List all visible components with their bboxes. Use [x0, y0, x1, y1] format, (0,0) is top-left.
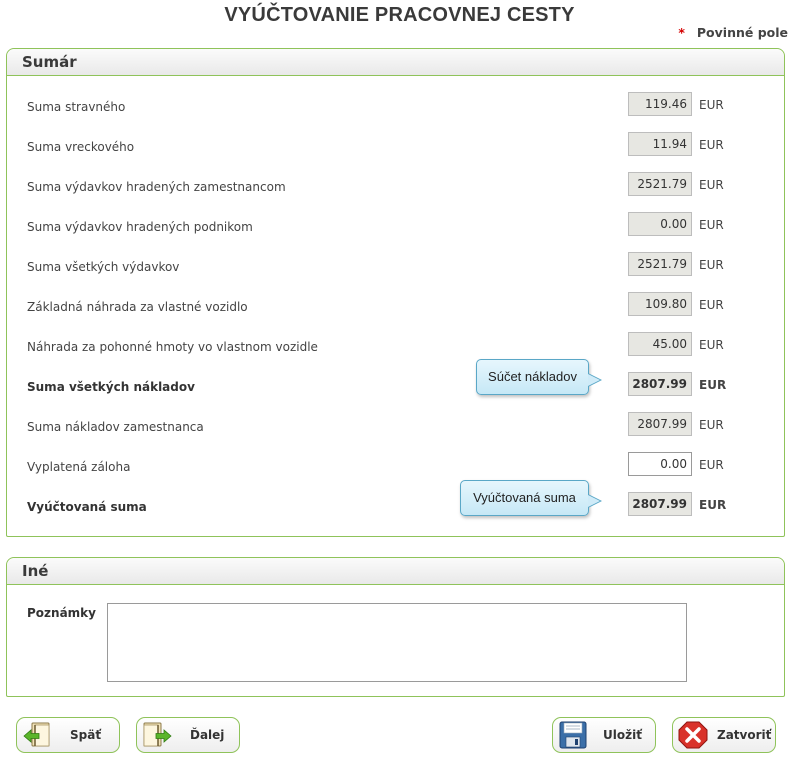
- row-label: Suma výdavkov hradených zamestnancom: [27, 180, 286, 194]
- close-button[interactable]: Zatvoriť: [672, 717, 776, 753]
- currency-unit: EUR: [699, 458, 724, 472]
- notes-label: Poznámky: [27, 606, 96, 620]
- row-label: Suma výdavkov hradených podnikom: [27, 220, 253, 234]
- summary-row-employee-expenses: Suma výdavkov hradených zamestnancom 252…: [27, 172, 767, 204]
- advance-paid-input[interactable]: 0.00: [628, 452, 692, 476]
- summary-row-advance-paid: Vyplatená záloha 0.00 EUR: [27, 452, 767, 484]
- row-label: Suma vreckového: [27, 140, 135, 154]
- back-button-label: Späť: [70, 728, 102, 742]
- summary-row-fuel-compensation: Náhrada za pohonné hmoty vo vlastnom voz…: [27, 332, 767, 364]
- summary-row-total-costs: Suma všetkých nákladov 2807.99 EUR: [27, 372, 767, 404]
- currency-unit: EUR: [699, 498, 727, 512]
- currency-unit: EUR: [699, 218, 724, 232]
- total-costs-tooltip: Súčet nákladov: [476, 359, 602, 395]
- currency-unit: EUR: [699, 338, 724, 352]
- tooltip-text: Vyúčtovaná suma: [473, 490, 576, 505]
- page-title: VYÚČTOVANIE PRACOVNEJ CESTY: [224, 4, 575, 26]
- row-label: Suma všetkých výdavkov: [27, 260, 180, 274]
- all-expenses-field: 2521.79: [628, 252, 692, 276]
- notes-textarea[interactable]: [107, 603, 687, 682]
- meal-allowance-field: 119.46: [628, 92, 692, 116]
- settled-amount-tooltip: Vyúčtovaná suma: [460, 480, 602, 516]
- settled-amount-field: 2807.99: [628, 492, 692, 516]
- summary-panel-title: Sumár: [7, 49, 784, 76]
- summary-row-settled-amount: Vyúčtovaná suma 2807.99 EUR: [27, 492, 767, 524]
- currency-unit: EUR: [699, 298, 724, 312]
- currency-unit: EUR: [699, 418, 724, 432]
- save-button[interactable]: Uložiť: [552, 717, 656, 753]
- row-label: Suma nákladov zamestnanca: [27, 420, 204, 434]
- next-button-label: Ďalej: [190, 728, 225, 742]
- row-label: Vyplatená záloha: [27, 460, 131, 474]
- row-label: Náhrada za pohonné hmoty vo vlastnom voz…: [27, 340, 318, 354]
- employee-costs-field: 2807.99: [628, 412, 692, 436]
- total-costs-field: 2807.99: [628, 372, 692, 396]
- summary-row-vehicle-compensation: Základná náhrada za vlastné vozidlo 109.…: [27, 292, 767, 324]
- other-panel: Iné Poznámky: [6, 557, 785, 697]
- row-label: Vyúčtovaná suma: [27, 500, 147, 514]
- arrow-left-book-icon: [23, 722, 50, 747]
- currency-unit: EUR: [699, 98, 724, 112]
- summary-row-all-expenses: Suma všetkých výdavkov 2521.79 EUR: [27, 252, 767, 284]
- red-x-icon: [678, 721, 708, 749]
- currency-unit: EUR: [699, 258, 724, 272]
- vehicle-compensation-field: 109.80: [628, 292, 692, 316]
- row-label: Suma všetkých nákladov: [27, 380, 195, 394]
- other-panel-title: Iné: [7, 558, 784, 585]
- save-button-label: Uložiť: [603, 728, 642, 742]
- row-label: Základná náhrada za vlastné vozidlo: [27, 300, 248, 314]
- summary-row-meal-allowance: Suma stravného 119.46 EUR: [27, 92, 767, 124]
- tooltip-text: Súčet nákladov: [488, 369, 577, 384]
- required-label: Povinné pole: [696, 25, 788, 40]
- summary-row-employee-costs: Suma nákladov zamestnanca 2807.99 EUR: [27, 412, 767, 444]
- currency-unit: EUR: [699, 138, 724, 152]
- next-button[interactable]: Ďalej: [136, 717, 240, 753]
- currency-unit: EUR: [699, 378, 727, 392]
- arrow-right-book-icon: [143, 722, 172, 747]
- pocket-money-field: 11.94: [628, 132, 692, 156]
- summary-row-company-expenses: Suma výdavkov hradených podnikom 0.00 EU…: [27, 212, 767, 244]
- fuel-compensation-field: 45.00: [628, 332, 692, 356]
- close-button-label: Zatvoriť: [717, 728, 772, 742]
- required-star: *: [678, 25, 685, 40]
- back-button[interactable]: Späť: [16, 717, 120, 753]
- company-expenses-field: 0.00: [628, 212, 692, 236]
- summary-row-pocket-money: Suma vreckového 11.94 EUR: [27, 132, 767, 164]
- summary-panel: Sumár Suma stravného 119.46 EUR Suma vre…: [6, 48, 785, 537]
- currency-unit: EUR: [699, 178, 724, 192]
- required-field-legend: * Povinné pole: [678, 25, 788, 40]
- row-label: Suma stravného: [27, 100, 126, 114]
- employee-expenses-field: 2521.79: [628, 172, 692, 196]
- floppy-disk-icon: [559, 721, 587, 749]
